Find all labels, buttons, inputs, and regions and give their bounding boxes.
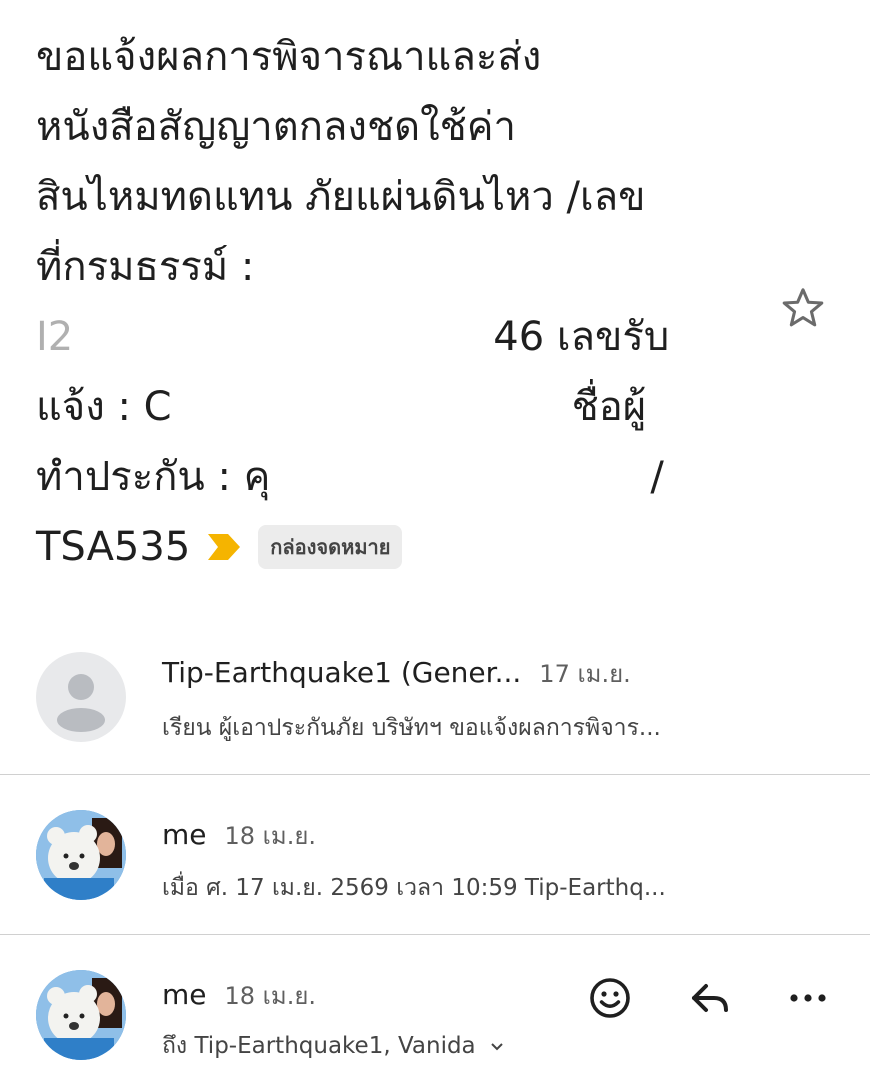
message-snippet: เรียน ผู้เอาประกันภัย บริษัทฯ ขอแจ้งผลกา… [162,715,661,741]
redaction [171,379,572,439]
message-header: me 18 เม.ย. [162,816,316,855]
subject-line: แจ้ง : C ชื่อผู้ [36,372,756,442]
subject-line: หนังสือสัญญาตกลงชดใช้ค่า [36,104,516,150]
star-icon[interactable] [780,285,826,331]
subject-line: I2 46 เลขรับ [36,302,756,372]
message-date: 18 เม.ย. [224,822,317,850]
important-arrow-icon[interactable] [204,530,244,564]
sender-name: me [162,978,207,1011]
sender-name: me [162,818,207,851]
avatar [36,970,126,1060]
subject-line: ที่กรมธรรม์ : [36,244,255,290]
message-date: 18 เม.ย. [224,982,317,1010]
profile-photo [36,810,126,900]
subject-fragment: ทำประกัน : คุ [36,454,271,500]
label-chip-inbox[interactable]: กล่องจดหมาย [258,525,403,569]
subject-fragment: ชื่อผู้ [571,384,647,430]
recipients-toggle[interactable]: ถึง Tip-Earthquake1, Vanida [162,1028,505,1064]
avatar [36,810,126,900]
message-row[interactable]: me 18 เม.ย. เมื่อ ศ. 17 เม.ย. 2569 เวลา 1… [0,790,870,934]
emoji-icon[interactable] [586,974,634,1022]
default-person-icon [57,674,105,732]
subject-fragment: / [650,454,664,500]
subject-line: ขอแจ้งผลการพิจารณาและส่ง [36,34,542,80]
recipients: ถึง Tip-Earthquake1, Vanida [162,1033,476,1059]
message-header: me 18 เม.ย. [162,976,316,1015]
message-header-expanded: me 18 เม.ย. ถึง Tip-Earthquake1, Vanida [0,950,870,1088]
message-date: 17 เม.ย. [539,660,631,688]
more-icon[interactable] [784,974,832,1022]
subject-fragment: 46 เลขรับ [493,314,670,360]
subject-tag-row: TSA535 กล่องจดหมาย [36,512,756,582]
divider [0,934,870,935]
subject-fragment: I2 [36,314,74,360]
profile-photo [36,970,126,1060]
divider [0,774,870,775]
subject-line: ทำประกัน : คุ / [36,442,756,512]
email-subject: ขอแจ้งผลการพิจารณาและส่ง หนังสือสัญญาตกล… [36,22,756,582]
sender-name: Tip-Earthquake1 (Gener... [162,656,522,689]
subject-line: TSA535 [36,524,191,570]
message-header: Tip-Earthquake1 (Gener... 17 เม.ย. [162,654,631,693]
subject-line: สินไหมทดแทน ภัยแผ่นดินไหว /เลข [36,174,646,220]
message-row[interactable]: Tip-Earthquake1 (Gener... 17 เม.ย. เรียน … [0,640,870,774]
message-snippet: เมื่อ ศ. 17 เม.ย. 2569 เวลา 10:59 Tip-Ea… [162,875,666,901]
chevron-down-icon [491,1042,503,1050]
redaction [73,309,494,369]
reply-icon[interactable] [686,974,734,1022]
subject-fragment: แจ้ง : C [36,384,172,430]
redaction [270,449,651,509]
avatar [36,652,126,742]
